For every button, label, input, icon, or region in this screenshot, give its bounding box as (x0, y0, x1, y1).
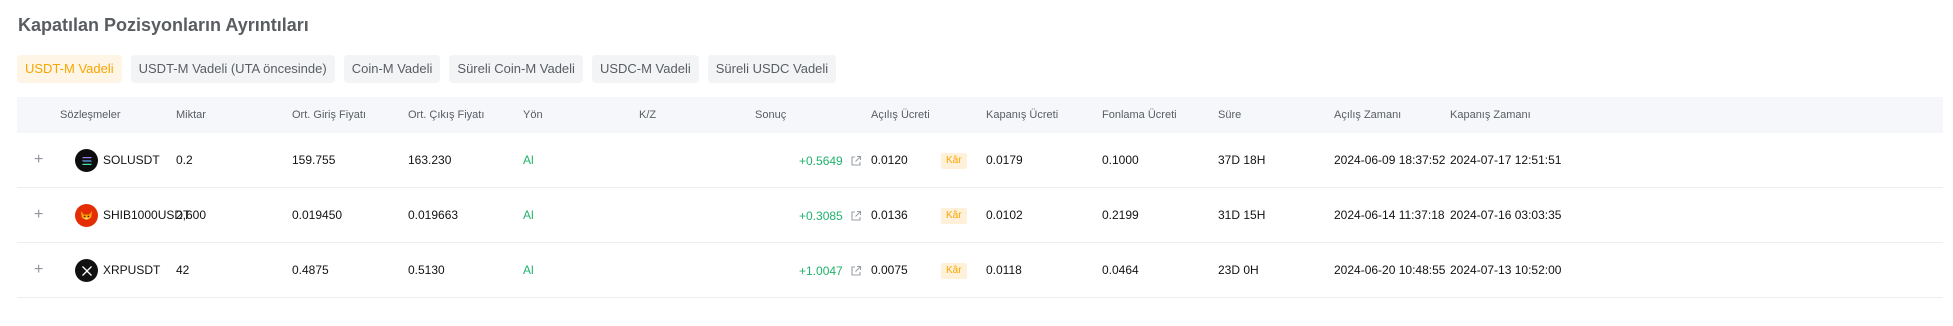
share-external-icon[interactable] (850, 265, 862, 277)
shiba-inu-icon (75, 204, 98, 227)
duration-cell: 23D 0H (1218, 263, 1259, 277)
symbol-cell: XRPUSDT (103, 263, 161, 277)
header-side: Yön (523, 109, 543, 121)
qty-cell: 0.2 (176, 153, 193, 167)
close-time-cell: 2024-07-16 03:03:35 (1450, 208, 1562, 222)
side-cell: Al (523, 153, 534, 167)
tab-coin-m[interactable]: Coin-M Vadeli (343, 55, 441, 83)
close-fee-cell: 0.0179 (986, 153, 1023, 167)
open-time-cell: 2024-06-14 11:37:18 (1334, 208, 1445, 222)
qty-cell: 42 (176, 263, 190, 277)
xrp-icon (75, 259, 98, 282)
header-funding-fee: Fonlama Ücreti (1102, 109, 1177, 121)
open-time-cell: 2024-06-09 18:37:52 (1334, 153, 1446, 167)
page-title: Kapatılan Pozisyonların Ayrıntıları (18, 15, 309, 35)
header-result: Sonuç (755, 109, 787, 121)
exit-cell: 163.230 (408, 153, 452, 167)
solana-icon (75, 149, 98, 172)
header-open-fee: Açılış Ücreti (871, 109, 930, 121)
close-time-cell: 2024-07-17 12:51:51 (1450, 153, 1562, 167)
table-row: + XRPUSDT 42 0.4875 0.5130 Al +1.0047 Kâ… (17, 243, 1943, 298)
expand-icon[interactable]: + (34, 188, 43, 243)
close-fee-cell: 0.0102 (986, 208, 1023, 222)
market-tabs: USDT-M Vadeli USDT-M Vadeli (UTA öncesin… (17, 55, 837, 83)
pnl-cell: +1.0047 (799, 243, 862, 298)
closed-positions-table: Sözleşmeler Miktar Ort. Giriş Fiyatı Ort… (17, 97, 1943, 298)
duration-cell: 37D 18H (1218, 153, 1266, 167)
share-external-icon[interactable] (850, 155, 862, 167)
side-cell: Al (523, 263, 534, 277)
exit-cell: 0.019663 (408, 208, 459, 222)
exit-cell: 0.5130 (408, 263, 445, 277)
pnl-cell: +0.3085 (799, 188, 862, 243)
open-time-cell: 2024-06-20 10:48:55 (1334, 263, 1446, 277)
header-open-time: Açılış Zamanı (1334, 109, 1402, 121)
header-entry-price: Ort. Giriş Fiyatı (292, 109, 366, 121)
funding-fee-cell: 0.0464 (1102, 263, 1139, 277)
header-duration: Süre (1218, 109, 1242, 121)
header-contracts: Sözleşmeler (60, 109, 121, 121)
pnl-value: +1.0047 (799, 263, 843, 278)
header-close-fee: Kapanış Ücreti (986, 109, 1059, 121)
header-exit-price: Ort. Çıkış Fiyatı (408, 109, 485, 121)
tab-coin-m-dated[interactable]: Süreli Coin-M Vadeli (449, 55, 583, 83)
tab-usdt-m-pre-uta[interactable]: USDT-M Vadeli (UTA öncesinde) (130, 55, 335, 83)
qty-cell: 2,600 (176, 208, 207, 222)
side-cell: Al (523, 208, 534, 222)
share-external-icon[interactable] (850, 210, 862, 222)
pnl-value: +0.5649 (799, 153, 843, 168)
pnl-cell: +0.5649 (799, 133, 862, 188)
duration-cell: 31D 15H (1218, 208, 1266, 222)
result-badge: Kâr (941, 208, 967, 224)
expand-icon[interactable]: + (34, 133, 43, 188)
pnl-value: +0.3085 (799, 208, 843, 223)
symbol-cell: SOLUSDT (103, 153, 160, 167)
header-close-time: Kapanış Zamanı (1450, 109, 1531, 121)
result-badge: Kâr (941, 153, 967, 169)
tab-usdc-dated[interactable]: Süreli USDC Vadeli (707, 55, 837, 83)
table-row: + SHIB1000USDT 2,600 0.019450 0.019663 A… (17, 188, 1943, 243)
funding-fee-cell: 0.1000 (1102, 153, 1139, 167)
entry-cell: 0.4875 (292, 263, 329, 277)
open-fee-cell: 0.0136 (871, 208, 908, 222)
entry-cell: 0.019450 (292, 208, 343, 222)
close-time-cell: 2024-07-13 10:52:00 (1450, 263, 1562, 277)
header-pnl: K/Z (639, 109, 657, 121)
table-row: + SOLUSDT 0.2 159.755 163.230 Al +0.5649… (17, 133, 1943, 188)
result-badge: Kâr (941, 263, 967, 279)
funding-fee-cell: 0.2199 (1102, 208, 1139, 222)
entry-cell: 159.755 (292, 153, 336, 167)
table-header: Sözleşmeler Miktar Ort. Giriş Fiyatı Ort… (17, 97, 1943, 133)
tab-usdt-m[interactable]: USDT-M Vadeli (17, 55, 122, 83)
header-qty: Miktar (176, 109, 206, 121)
expand-icon[interactable]: + (34, 243, 43, 298)
open-fee-cell: 0.0120 (871, 153, 908, 167)
open-fee-cell: 0.0075 (871, 263, 908, 277)
close-fee-cell: 0.0118 (986, 263, 1022, 277)
tab-usdc-m[interactable]: USDC-M Vadeli (591, 55, 699, 83)
